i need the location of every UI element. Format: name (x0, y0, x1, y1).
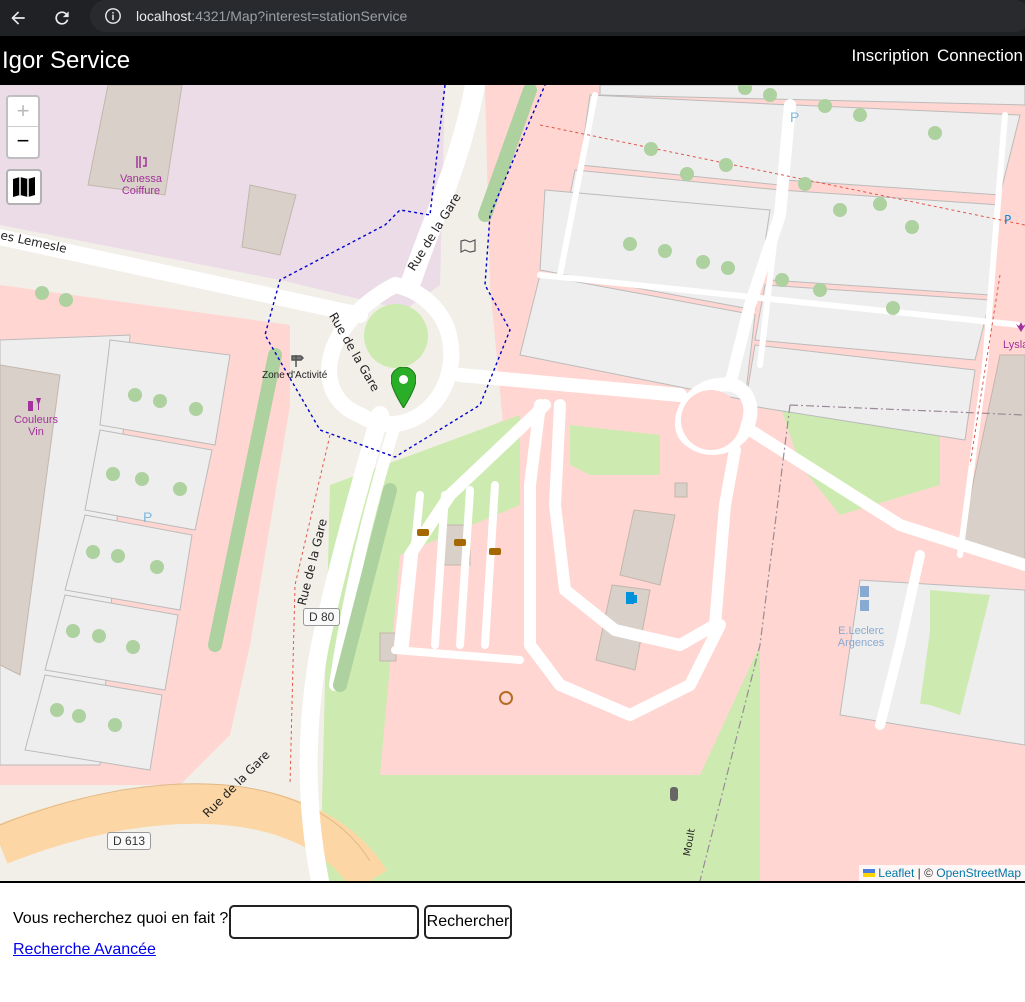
advanced-search-link[interactable]: Recherche Avancée (13, 941, 156, 959)
url-path: :4321/Map?interest=stationService (191, 8, 408, 24)
recycling-icon (499, 691, 513, 705)
search-section: Vous recherchez quoi en fait ? Recherche… (0, 881, 1025, 1002)
road-shield-d80: D 80 (303, 608, 341, 626)
address-bar[interactable]: localhost:4321/Map?interest=stationServi… (90, 0, 1025, 32)
reload-button[interactable] (46, 2, 78, 34)
zoom-in-button[interactable]: + (8, 97, 38, 127)
map-icon (13, 177, 35, 197)
charging-station-icon (860, 586, 869, 611)
zoom-out-button[interactable]: − (8, 127, 38, 157)
app-header: Igor Service Inscription Connection (0, 36, 1025, 85)
hairdresser-icon (136, 156, 147, 168)
zoom-control: + − (6, 95, 40, 159)
road-shield-d613: D 613 (107, 832, 152, 850)
lysla-label: Lysla (1003, 339, 1025, 351)
taxi-icon-2 (454, 539, 466, 546)
nav-connection[interactable]: Connection (937, 46, 1023, 66)
nav-inscription[interactable]: Inscription (852, 46, 929, 66)
svg-text:P: P (1004, 213, 1011, 227)
header-nav: Inscription Connection (852, 46, 1024, 66)
shelter-icon (670, 787, 678, 801)
map-tiles[interactable] (0, 85, 1025, 881)
osm-link[interactable]: OpenStreetMap (936, 866, 1021, 880)
parking-label-left: P (143, 509, 153, 525)
search-input[interactable] (229, 905, 419, 939)
parking-label-top: P (790, 109, 800, 125)
leaflet-link[interactable]: Leaflet (878, 866, 914, 880)
map-view[interactable]: Vanessa Coiffure Zone d'Activité Couleur… (0, 85, 1025, 881)
taxi-icon-1 (417, 529, 429, 536)
taxi-icon-3 (489, 548, 501, 555)
ukraine-flag-icon (862, 869, 875, 877)
location-marker-icon[interactable] (391, 367, 416, 408)
search-label: Vous recherchez quoi en fait ? (13, 910, 229, 927)
attribution-separator: | © (914, 866, 937, 880)
wine-shop-icon (28, 398, 41, 411)
search-button[interactable]: Rechercher (424, 905, 512, 939)
parking-bicycle-icon: P (1004, 213, 1011, 227)
couleurs-vin-label: Couleurs Vin (13, 414, 59, 438)
signpost-icon (291, 355, 304, 367)
map-attribution: Leaflet | © OpenStreetMap (858, 865, 1025, 881)
info-icon[interactable] (104, 7, 122, 25)
brand-title[interactable]: Igor Service (2, 47, 130, 75)
fuel-icon (626, 592, 637, 604)
zone-activite-label: Zone d'Activité (262, 370, 328, 381)
map-board-icon (460, 239, 476, 253)
layers-button[interactable] (6, 169, 42, 205)
vanessa-coiffure-label: Vanessa Coiffure (120, 173, 162, 197)
url-text: localhost:4321/Map?interest=stationServi… (136, 8, 407, 24)
reload-icon (55, 11, 69, 25)
beauty-icon (1016, 322, 1025, 332)
back-button[interactable] (2, 2, 34, 34)
arrow-left-icon (11, 11, 25, 25)
browser-toolbar: localhost:4321/Map?interest=stationServi… (0, 0, 1025, 36)
url-host: localhost (136, 8, 192, 24)
leclerc-argences-label: E.Leclerc Argences (837, 625, 885, 649)
